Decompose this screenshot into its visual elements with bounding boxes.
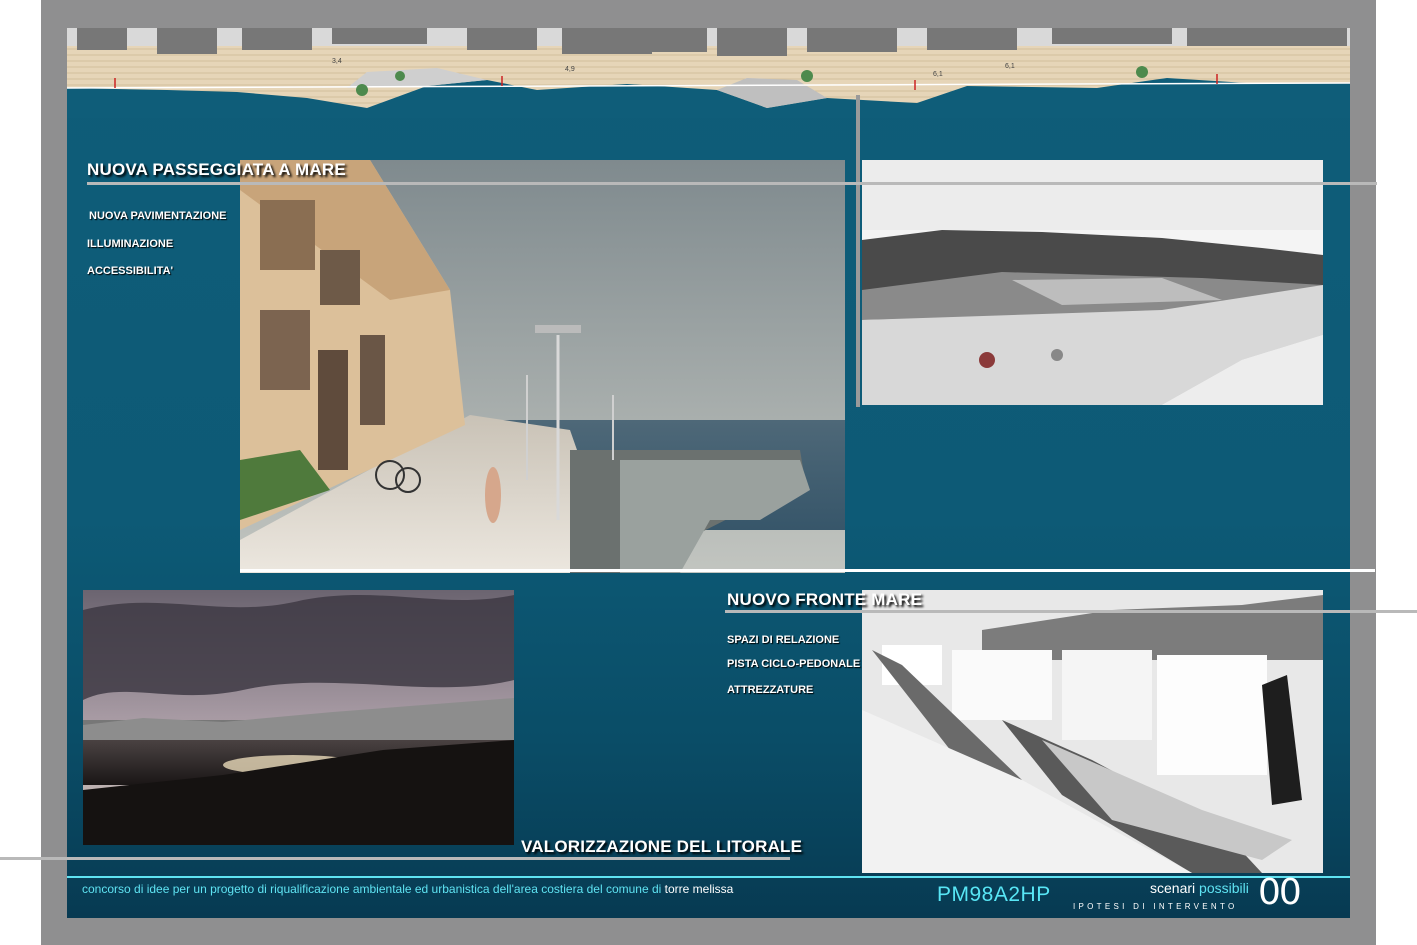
beach-render [862, 160, 1323, 405]
plan-dimension: 6,1 [933, 71, 943, 78]
divider-vertical [856, 95, 860, 407]
place-name: torre melissa [664, 882, 734, 896]
section-item: ATTREZZATURE [727, 684, 814, 696]
footer-rule [67, 876, 1350, 878]
section-title: NUOVA PASSEGGIATA A MARE [87, 160, 346, 179]
promenade-render [240, 160, 845, 573]
divider-line [87, 182, 1377, 185]
sheet-number: 00 [1258, 872, 1302, 913]
sunset-photo [83, 590, 514, 845]
section-item: NUOVA PAVIMENTAZIONE [89, 210, 227, 222]
site-plan: 3,4 4,9 6,1 6,1 [67, 28, 1350, 118]
plan-dimension: 6,1 [1005, 63, 1015, 70]
description-text: concorso di idee per un progetto di riqu… [82, 882, 662, 896]
divider-line [240, 569, 1375, 572]
competition-description: concorso di idee per un progetto di riqu… [82, 882, 733, 896]
section-title: VALORIZZAZIONE DEL LITORALE [521, 837, 803, 856]
section-item: ILLUMINAZIONE [87, 238, 174, 250]
plan-dimension: 3,4 [332, 58, 342, 65]
section-item: PISTA CICLO-PEDONALE [727, 658, 861, 670]
divider-line [725, 610, 1417, 613]
plan-dimension: 4,9 [565, 66, 575, 73]
seafront-render [862, 590, 1323, 873]
divider-line [0, 857, 790, 860]
section-item: ACCESSIBILITA' [87, 265, 174, 277]
scenari-word: scenari [1150, 880, 1196, 896]
section-title: NUOVO FRONTE MARE [727, 590, 923, 609]
subtitle-label: IPOTESI DI INTERVENTO [1073, 902, 1238, 911]
project-code: PM98A2HP [937, 883, 1051, 906]
section-item: SPAZI DI RELAZIONE [727, 634, 840, 646]
scenari-label: scenari possibili [1150, 880, 1249, 896]
possibili-word: possibili [1199, 880, 1249, 896]
